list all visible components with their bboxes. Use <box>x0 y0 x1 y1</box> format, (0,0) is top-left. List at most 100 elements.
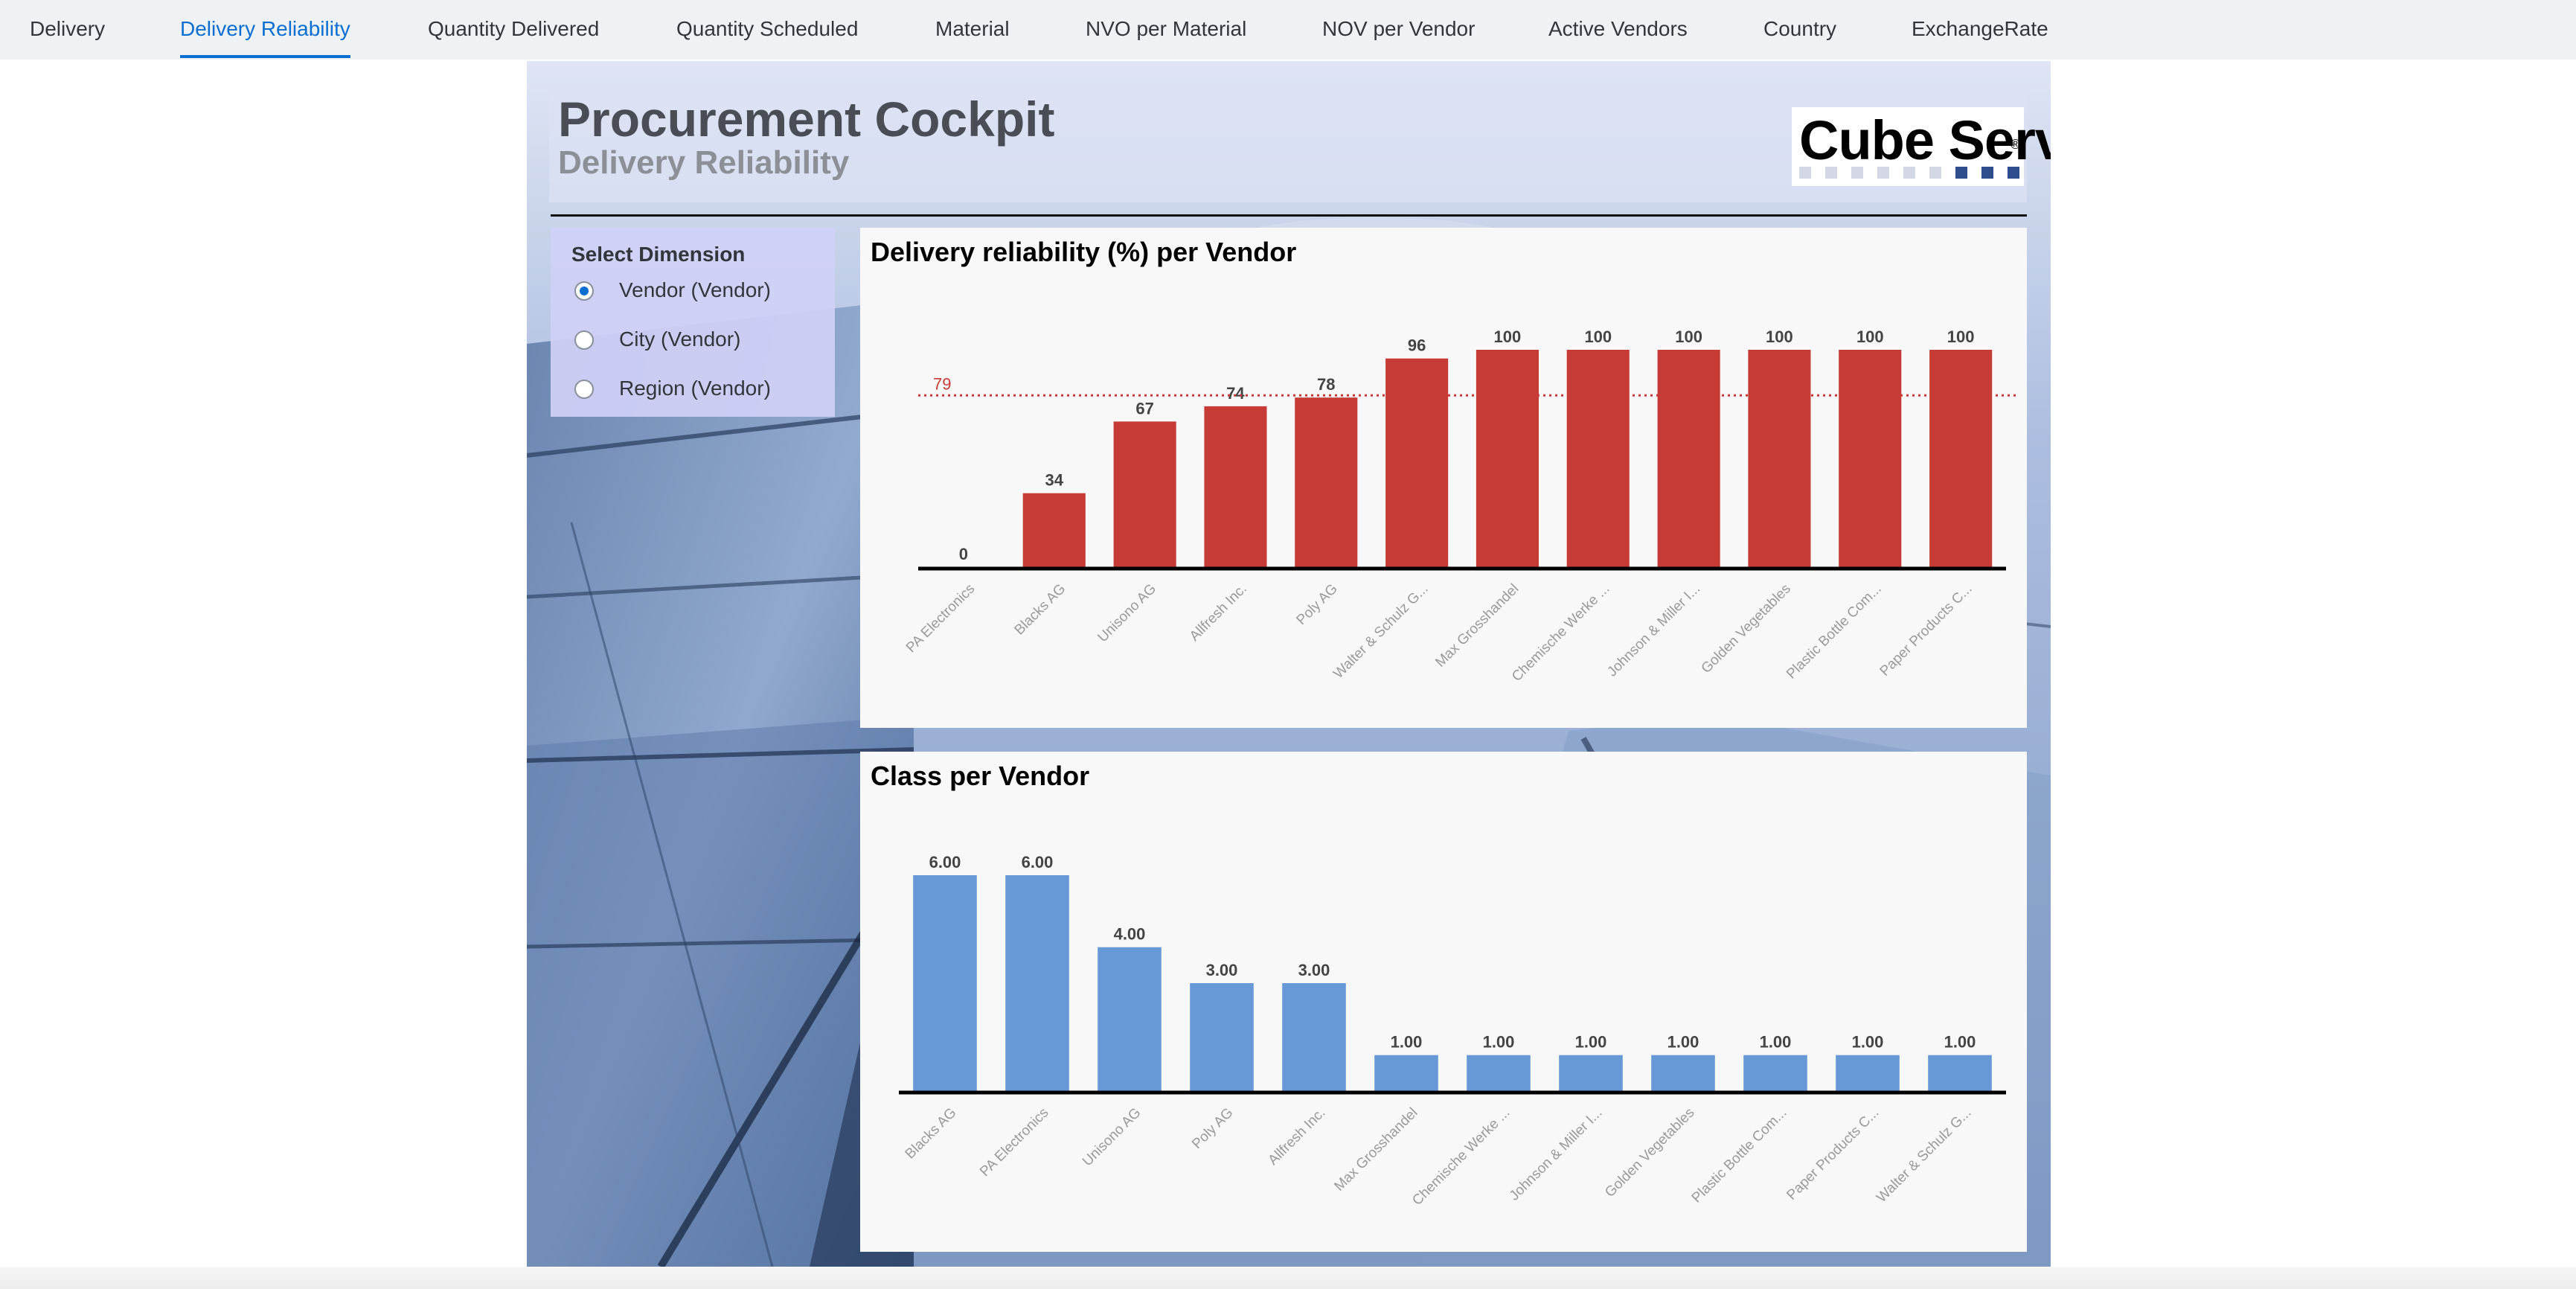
data-label: 100 <box>1494 327 1522 346</box>
tick-label: Plastic Bottle Com... <box>1689 1105 1790 1206</box>
radio-label: City (Vendor) <box>619 327 741 351</box>
bar <box>1839 350 1902 567</box>
tick-label: PA Electronics <box>903 581 978 656</box>
data-label: 6.00 <box>929 853 961 871</box>
data-label: 100 <box>1856 327 1884 346</box>
tick-label: PA Electronics <box>977 1105 1051 1180</box>
tick-label: Max Grosshandel <box>1331 1105 1420 1194</box>
tick-label: Golden Vegetables <box>1602 1105 1697 1200</box>
radio-button[interactable] <box>574 330 594 350</box>
logo-registered-mark: ® <box>2011 137 2021 152</box>
dimension-selector-title: Select Dimension <box>571 243 746 266</box>
data-label: 1.00 <box>1391 1033 1423 1052</box>
dimension-selector: Select Dimension Vendor (Vendor) City (V… <box>551 228 835 417</box>
data-label: 0 <box>959 545 968 563</box>
bar <box>1743 1055 1807 1091</box>
radio-label: Region (Vendor) <box>619 377 771 400</box>
tab-quantity-scheduled[interactable]: Quantity Scheduled <box>676 0 858 60</box>
tick-label: Allfresh Inc. <box>1265 1105 1328 1168</box>
data-label: 100 <box>1584 327 1612 346</box>
tab-delivery[interactable]: Delivery <box>30 0 105 60</box>
tab-nov-per-vendor[interactable]: NOV per Vendor <box>1322 0 1475 60</box>
tab-bar: Delivery Delivery Reliability Quantity D… <box>0 0 2576 60</box>
bar <box>1651 1055 1715 1091</box>
bar <box>1282 983 1346 1091</box>
tick-label: Chemische Werke ... <box>1409 1105 1513 1209</box>
bar <box>1657 350 1720 567</box>
data-label: 100 <box>1675 327 1702 346</box>
logo-square <box>1799 167 1811 179</box>
tab-delivery-reliability[interactable]: Delivery Reliability <box>180 0 350 60</box>
tick-label: Paper Products C... <box>1784 1105 1882 1203</box>
tab-quantity-delivered[interactable]: Quantity Delivered <box>428 0 599 60</box>
bar <box>913 875 977 1091</box>
bar <box>1098 947 1162 1091</box>
class-per-vendor-chart: Class per Vendor 6.00 Blacks AG 6.00 PA Ele… <box>860 752 2027 1252</box>
tick-label: Johnson & Miller I... <box>1604 581 1703 680</box>
tab-exchange-rate[interactable]: ExchangeRate <box>1912 0 2048 60</box>
bar <box>1928 1055 1992 1091</box>
bar <box>1295 397 1358 567</box>
data-label: 74 <box>1226 384 1245 403</box>
delivery-reliability-plot: 0 PA Electronics 34 Blacks AG 67 Unisono AG 74… <box>903 327 2016 685</box>
data-label: 1.00 <box>1760 1033 1792 1052</box>
data-label: 4.00 <box>1114 925 1146 944</box>
tick-label: Poly AG <box>1293 581 1340 628</box>
tick-label: Paper Products C... <box>1877 581 1976 679</box>
bar <box>1836 1055 1900 1091</box>
footer-strip <box>0 1267 2576 1289</box>
data-label: 100 <box>1766 327 1793 346</box>
cubeserv-logo: Cube Serv ® <box>1792 107 2051 186</box>
bar <box>1374 1055 1438 1091</box>
tab-nvo-per-material[interactable]: NVO per Material <box>1086 0 1246 60</box>
bar <box>1467 1055 1531 1091</box>
data-label: 78 <box>1317 375 1335 394</box>
data-label: 100 <box>1947 327 1975 346</box>
data-label: 1.00 <box>1852 1033 1884 1052</box>
logo-square <box>2008 167 2019 179</box>
tab-material[interactable]: Material <box>935 0 1010 60</box>
data-label: 67 <box>1135 399 1153 418</box>
tick-label: Max Grosshandel <box>1432 581 1522 671</box>
bar <box>1566 350 1630 567</box>
logo-square <box>1877 167 1889 179</box>
class-per-vendor-plot: 6.00 Blacks AG 6.00 PA Electronics 4.00 Uniso… <box>899 853 2006 1209</box>
data-label: 3.00 <box>1206 961 1238 979</box>
data-label: 1.00 <box>1483 1033 1515 1052</box>
logo-square <box>1851 167 1863 179</box>
bar <box>1022 493 1086 567</box>
tick-label: Chemische Werke ... <box>1509 581 1612 685</box>
tick-label: Blacks AG <box>1012 581 1069 639</box>
logo-square <box>1825 167 1837 179</box>
tick-label: Plastic Bottle Com... <box>1784 581 1885 682</box>
tick-label: Walter & Schulz G... <box>1874 1105 1974 1206</box>
tick-label: Walter & Schulz G... <box>1330 581 1431 682</box>
bar <box>1929 350 1993 567</box>
tab-active-vendors[interactable]: Active Vendors <box>1548 0 1688 60</box>
radio-button-checked[interactable] <box>574 281 594 301</box>
bar <box>1559 1055 1623 1091</box>
radio-button[interactable] <box>574 380 594 399</box>
bar <box>1204 406 1267 567</box>
logo-square <box>1955 167 1967 179</box>
data-label: 1.00 <box>1575 1033 1607 1052</box>
tab-country[interactable]: Country <box>1763 0 1836 60</box>
data-label: 34 <box>1045 471 1064 490</box>
tick-label: Blacks AG <box>903 1105 960 1162</box>
tick-label: Poly AG <box>1189 1105 1236 1152</box>
data-label: 6.00 <box>1022 853 1054 871</box>
header-divider <box>551 214 2027 217</box>
bar <box>1385 358 1449 567</box>
data-label: 3.00 <box>1298 961 1330 979</box>
tick-label: Unisono AG <box>1080 1105 1144 1170</box>
page-title: Procurement Cockpit <box>558 92 1055 147</box>
bar <box>1190 983 1254 1091</box>
logo-square <box>1903 167 1915 179</box>
average-line-label: 79 <box>933 374 951 393</box>
bar <box>1005 875 1069 1091</box>
dashboard-canvas: Procurement Cockpit Delivery Reliability… <box>527 61 2051 1267</box>
radio-label: Vendor (Vendor) <box>619 278 771 301</box>
tick-label: Allfresh Inc. <box>1187 581 1250 644</box>
data-label: 1.00 <box>1667 1033 1699 1052</box>
logo-square <box>1929 167 1941 179</box>
